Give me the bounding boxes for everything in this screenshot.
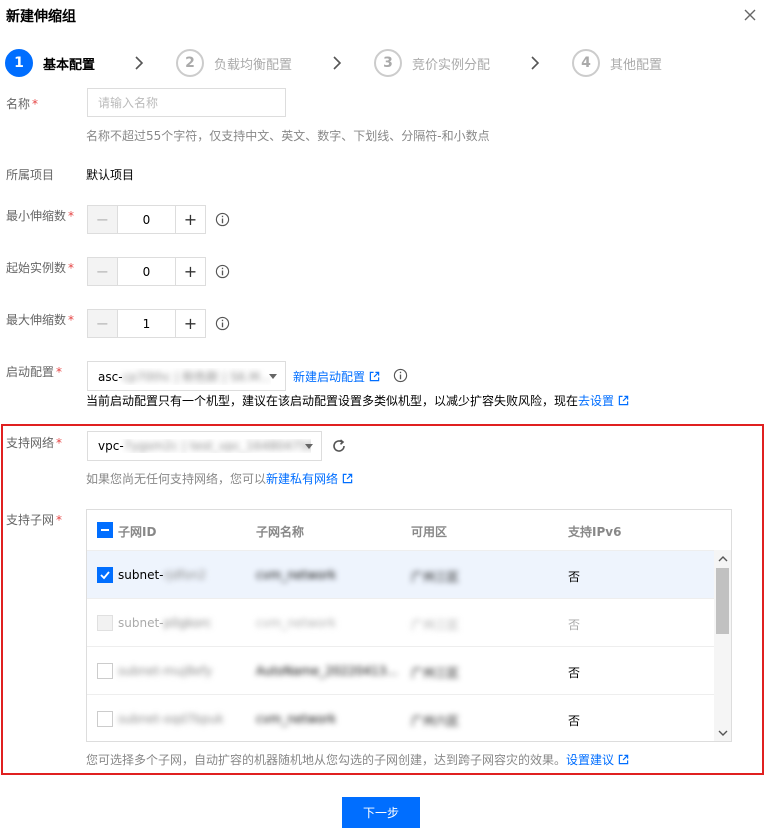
subnet-id: subnet-oqd7bpuk: [118, 712, 224, 726]
max-size-value[interactable]: 1: [118, 310, 175, 337]
max-size-label: 最大伸缩数 *: [6, 313, 75, 327]
chevron-right-icon: [531, 56, 540, 70]
step-label: 负载均衡配置: [214, 57, 293, 73]
step-load-balancer[interactable]: 2 负载均衡配置: [176, 49, 292, 77]
vpc-select[interactable]: vpc-7ygsm2c | test_vpc_1648047585: [87, 431, 322, 461]
go-settings-link[interactable]: 去设置: [578, 394, 614, 408]
external-link-icon: [618, 395, 629, 406]
name-hint: 名称不超过55个字符，仅支持中文、英文、数字、下划线、分隔符-和小数点: [86, 129, 490, 143]
launch-config-label: 启动配置 *: [6, 365, 63, 379]
step-number: 2: [176, 49, 204, 77]
min-size-label: 最小伸缩数 *: [6, 209, 75, 223]
table-scrollbar[interactable]: [714, 550, 731, 741]
subnet-footer-hint: 您可选择多个子网，自动扩容的机器随机地从您勾选的子网创建，达到跨子网容灾的效果。…: [86, 751, 629, 768]
launch-config-notice: 当前启动配置只有一个机型，建议在该启动配置设置多类似机型，以减少扩容失败风险，现…: [86, 392, 629, 409]
info-icon[interactable]: [215, 316, 230, 331]
subnet-zone: 广州三区: [411, 618, 460, 632]
decrement-button[interactable]: −: [88, 206, 118, 233]
select-all-checkbox[interactable]: [97, 522, 113, 538]
subnet-ipv6: 否: [568, 714, 581, 728]
subnet-table: 子网ID 子网名称 可用区 支持IPv6 subnet-rjdfon2 cvm_…: [86, 509, 732, 742]
vpc-label: 支持网络 *: [6, 436, 63, 450]
column-header-zone[interactable]: 可用区: [411, 523, 447, 540]
subnet-id: subnet-p0gkorc: [118, 616, 212, 630]
external-link-icon: [369, 371, 380, 382]
project-value: 默认项目: [86, 168, 135, 182]
caret-down-icon: [305, 444, 313, 449]
external-link-icon: [342, 473, 353, 484]
min-size-stepper[interactable]: − 0 +: [87, 205, 206, 234]
table-row[interactable]: subnet-rjdfon2 cvm_network 广州三区 否: [87, 550, 714, 598]
subnet-name: cvm_network: [256, 712, 337, 726]
subnet-name: cvm_network: [256, 568, 337, 582]
table-row[interactable]: subnet-muj8efy AutoName_20220413... 广州三区…: [87, 646, 714, 694]
scroll-down-icon[interactable]: [714, 724, 731, 741]
name-label: 名称 *: [6, 97, 39, 111]
project-label: 所属项目: [6, 168, 55, 182]
subnet-ipv6: 否: [568, 570, 581, 584]
column-header-ipv6[interactable]: 支持IPv6: [568, 523, 621, 540]
table-row[interactable]: subnet-oqd7bpuk cvm_network 广州六区 否: [87, 694, 714, 741]
scroll-up-icon[interactable]: [714, 550, 731, 567]
caret-down-icon: [269, 374, 277, 379]
min-size-value[interactable]: 0: [118, 206, 175, 233]
subnet-name: cvm_network: [256, 616, 337, 630]
step-number: 1: [5, 49, 33, 77]
refresh-icon[interactable]: [331, 438, 347, 454]
step-label: 其他配置: [610, 57, 663, 73]
chevron-right-icon: [333, 56, 342, 70]
initial-count-label: 起始实例数 *: [6, 261, 75, 275]
increment-button[interactable]: +: [175, 310, 205, 337]
step-label: 竞价实例分配: [412, 57, 491, 73]
close-icon[interactable]: [741, 6, 759, 24]
new-launch-config-link[interactable]: 新建启动配置: [293, 370, 365, 384]
subnet-ipv6: 否: [568, 666, 581, 680]
next-step-button[interactable]: 下一步: [342, 797, 420, 828]
step-number: 4: [572, 49, 600, 77]
subnet-zone: 广州六区: [411, 714, 460, 728]
increment-button[interactable]: +: [175, 258, 205, 285]
external-link-icon: [618, 754, 629, 765]
dialog-title: 新建伸缩组: [6, 9, 76, 25]
subnet-id: subnet-muj8efy: [118, 664, 213, 678]
subnet-name: AutoName_20220413...: [256, 664, 398, 678]
subnet-id: subnet-rjdfon2: [118, 568, 207, 582]
launch-config-select[interactable]: asc-cp70thc | 粉色默 | S6.M...: [87, 361, 286, 391]
subnet-label: 支持子网 *: [6, 513, 63, 527]
step-other-config[interactable]: 4 其他配置: [572, 49, 662, 77]
decrement-button[interactable]: −: [88, 310, 118, 337]
info-icon[interactable]: [215, 264, 230, 279]
step-progress: 1 基本配置 2 负载均衡配置 3 竞价实例分配 4 其他配置: [5, 49, 705, 77]
info-icon[interactable]: [393, 368, 408, 383]
info-icon[interactable]: [215, 212, 230, 227]
column-header-subnet-name[interactable]: 子网名称: [256, 523, 304, 540]
subnet-ipv6: 否: [568, 618, 581, 632]
decrement-button[interactable]: −: [88, 258, 118, 285]
increment-button[interactable]: +: [175, 206, 205, 233]
step-spot-instance[interactable]: 3 竞价实例分配: [374, 49, 490, 77]
name-input[interactable]: 请输入名称: [87, 88, 286, 117]
row-checkbox[interactable]: [97, 567, 113, 583]
table-header: 子网ID 子网名称 可用区 支持IPv6: [87, 510, 731, 550]
subnet-zone: 广州三区: [411, 666, 460, 680]
row-checkbox[interactable]: [97, 711, 113, 727]
initial-count-value[interactable]: 0: [118, 258, 175, 285]
table-row: subnet-p0gkorc cvm_network 广州三区 否: [87, 598, 714, 646]
new-vpc-link[interactable]: 新建私有网络: [266, 472, 338, 486]
step-basic-config[interactable]: 1 基本配置: [5, 49, 95, 77]
step-number: 3: [374, 49, 402, 77]
step-label: 基本配置: [43, 57, 96, 73]
initial-count-stepper[interactable]: − 0 +: [87, 257, 206, 286]
vpc-hint: 如果您尚无任何支持网络，您可以新建私有网络: [86, 470, 353, 487]
max-size-stepper[interactable]: − 1 +: [87, 309, 206, 338]
row-checkbox[interactable]: [97, 663, 113, 679]
chevron-right-icon: [135, 56, 144, 70]
row-checkbox: [97, 615, 113, 631]
column-header-subnet-id[interactable]: 子网ID: [118, 523, 156, 540]
setting-advice-link[interactable]: 设置建议: [566, 753, 614, 767]
subnet-zone: 广州三区: [411, 570, 460, 584]
scroll-thumb[interactable]: [716, 568, 729, 634]
